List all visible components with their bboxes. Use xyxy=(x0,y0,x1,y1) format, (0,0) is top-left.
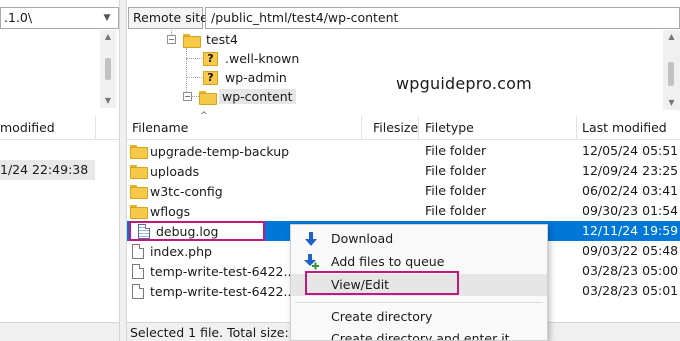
pane-splitter[interactable] xyxy=(119,0,127,341)
download-icon xyxy=(305,232,317,246)
folder-icon xyxy=(130,205,148,219)
table-row[interactable]: wflogs File folder 09/30/23 01:54 xyxy=(127,201,680,221)
file-name: temp-write-test-6422... xyxy=(150,263,296,279)
tree-item-wp-admin[interactable]: ? wp-admin xyxy=(203,68,290,87)
local-column-modified[interactable]: modified xyxy=(0,120,55,135)
tree-item-label: .well-known xyxy=(225,51,300,66)
file-modified: 12/09/24 23:25 xyxy=(582,163,679,178)
remote-list-header: ^ Filename Filesize Filetype Last modifi… xyxy=(127,111,680,140)
menu-item-add-to-queue[interactable]: Add files to queue xyxy=(291,251,547,273)
local-row-modified: 1/24 22:49:38 xyxy=(0,162,89,177)
menu-item-label: Add files to queue xyxy=(331,254,445,269)
file-type: File folder xyxy=(425,183,487,198)
unknown-folder-icon: ? xyxy=(203,70,218,85)
file-name: wflogs xyxy=(150,203,191,219)
remote-site-label: Remote site: xyxy=(128,7,212,29)
tree-guide xyxy=(191,96,199,97)
file-type: File folder xyxy=(425,143,487,158)
file-name: upgrade-temp-backup xyxy=(150,143,290,159)
folder-icon xyxy=(130,145,148,159)
watermark: wpguidepro.com xyxy=(396,74,532,93)
table-row[interactable]: w3tc-config File folder 06/02/24 03:41 xyxy=(127,181,680,201)
unknown-folder-icon: ? xyxy=(203,51,218,66)
menu-item-create-directory[interactable]: Create directory xyxy=(291,306,547,328)
file-name: temp-write-test-6422... xyxy=(150,283,296,299)
scroll-up-icon[interactable]: ▲ xyxy=(663,32,680,41)
scroll-up-icon[interactable]: ▲ xyxy=(100,32,116,41)
file-modified: 09/30/23 01:54 xyxy=(582,203,679,218)
tree-guide xyxy=(186,77,202,78)
menu-item-create-directory-enter[interactable]: Create directory and enter it xyxy=(291,328,547,341)
remote-tree[interactable]: − test4 ? .well-known ? wp-admin − wp-co… xyxy=(127,30,680,110)
menu-item-download[interactable]: Download xyxy=(291,228,547,250)
sort-ascending-icon: ^ xyxy=(200,111,208,121)
local-selected-row[interactable]: 1/24 22:49:38 xyxy=(0,160,95,180)
context-menu: Download Add files to queue View/Edit Cr… xyxy=(290,224,548,341)
scroll-thumb[interactable] xyxy=(668,62,674,86)
column-filesize[interactable]: Filesize xyxy=(373,120,418,135)
file-modified: 09/03/22 05:48 xyxy=(582,243,679,258)
file-icon xyxy=(132,263,144,279)
folder-icon xyxy=(183,33,201,48)
menu-separator xyxy=(295,302,543,303)
log-file-icon xyxy=(138,224,150,239)
scroll-down-icon[interactable]: ▼ xyxy=(100,96,116,105)
file-modified: 12/05/24 05:51 xyxy=(582,143,679,158)
local-tree-scrollbar[interactable]: ▲ ▼ xyxy=(100,30,116,108)
file-modified: 12/11/24 19:59 xyxy=(582,223,679,238)
file-modified: 06/02/24 03:41 xyxy=(582,183,679,198)
column-divider[interactable] xyxy=(418,116,419,140)
file-type: File folder xyxy=(425,163,487,178)
file-modified: 03/28/23 05:01 xyxy=(582,283,679,298)
table-row[interactable]: upgrade-temp-backup File folder 12/05/24… xyxy=(127,141,680,161)
tree-item-label: wp-content xyxy=(219,89,296,104)
local-path-dropdown-icon[interactable]: ▼ xyxy=(100,9,114,27)
file-icon xyxy=(132,243,144,259)
collapse-icon[interactable]: − xyxy=(167,35,176,44)
scroll-thumb[interactable] xyxy=(105,58,111,80)
tree-guide xyxy=(186,48,187,96)
folder-icon xyxy=(130,165,148,179)
highlight-box: debug.log xyxy=(129,221,265,241)
file-name: w3tc-config xyxy=(150,183,223,199)
table-row[interactable]: uploads File folder 12/09/24 23:25 xyxy=(127,161,680,181)
column-filetype[interactable]: Filetype xyxy=(425,120,474,135)
file-name: index.php xyxy=(150,243,212,259)
collapse-icon[interactable]: − xyxy=(183,92,192,101)
file-name: debug.log xyxy=(156,224,219,239)
file-type: File folder xyxy=(425,203,487,218)
remote-path-input[interactable]: /public_html/test4/wp-content xyxy=(205,7,680,29)
column-divider[interactable] xyxy=(95,116,96,140)
column-last-modified[interactable]: Last modified xyxy=(582,120,667,135)
column-filename[interactable]: Filename xyxy=(132,120,188,135)
file-name: uploads xyxy=(150,163,200,179)
tree-item-label: test4 xyxy=(206,32,238,47)
folder-icon xyxy=(199,90,217,105)
menu-item-label: Download xyxy=(331,231,394,246)
column-divider[interactable] xyxy=(361,116,362,140)
tree-item-well-known[interactable]: ? .well-known xyxy=(203,49,302,68)
menu-item-label: Create directory xyxy=(331,309,433,324)
tree-item-test4[interactable]: test4 xyxy=(183,30,241,49)
file-icon xyxy=(132,283,144,299)
menu-item-label: Create directory and enter it xyxy=(331,331,510,341)
local-list-header: modified xyxy=(0,116,119,140)
scroll-down-icon[interactable]: ▼ xyxy=(663,98,680,107)
folder-icon xyxy=(130,185,148,199)
column-divider[interactable] xyxy=(576,116,577,140)
tree-guide xyxy=(186,58,202,59)
tree-item-wp-content[interactable]: wp-content xyxy=(199,87,296,106)
tree-item-label: wp-admin xyxy=(225,70,287,85)
file-modified: 03/28/23 05:00 xyxy=(582,263,679,278)
local-status-bar xyxy=(0,322,119,341)
highlight-box xyxy=(305,271,459,295)
remote-path-text: /public_html/test4/wp-content xyxy=(211,10,399,25)
local-path-text: .1.0\ xyxy=(4,10,33,25)
remote-tree-scrollbar[interactable]: ▲ ▼ xyxy=(663,30,680,110)
add-to-queue-icon xyxy=(304,254,319,270)
